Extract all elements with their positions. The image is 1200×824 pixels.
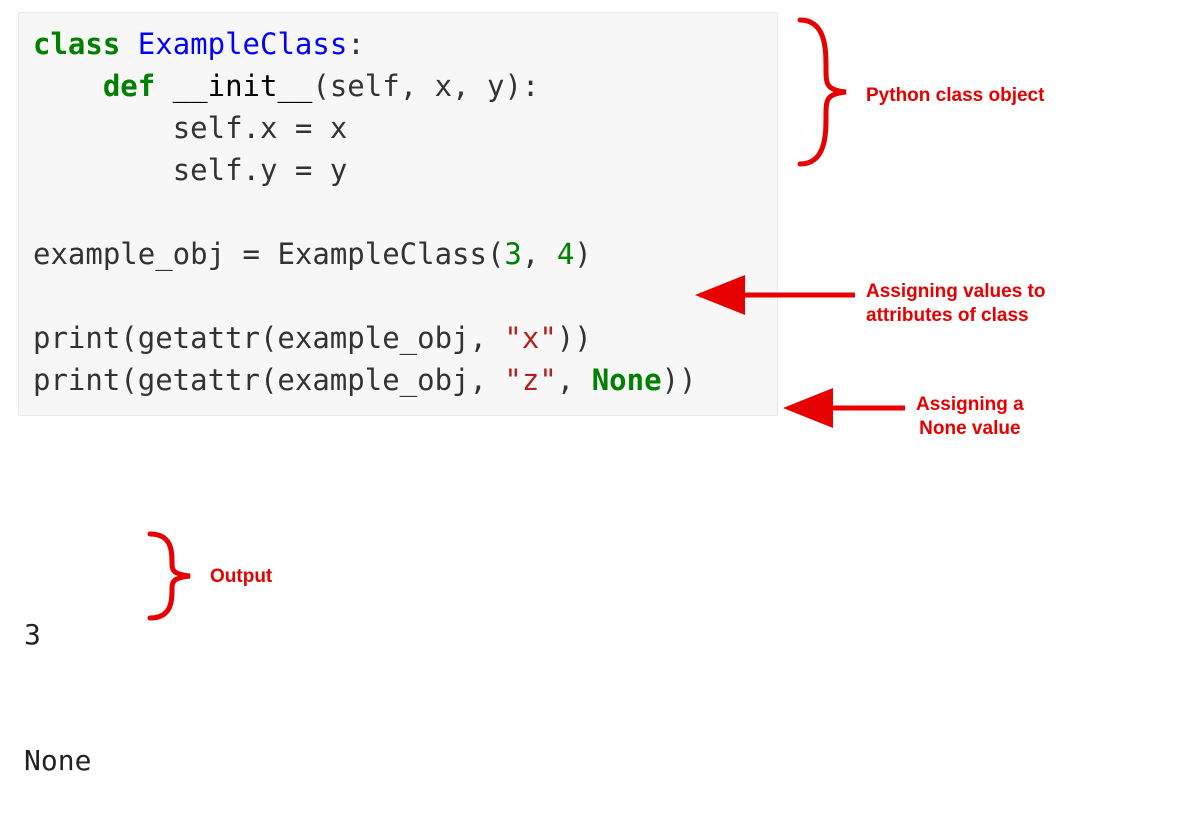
annotation-assign-none: Assigning a None value: [916, 393, 1024, 441]
print-call-2c: )): [662, 363, 697, 397]
assign-y: self.y = y: [173, 153, 348, 187]
annotation-assign-none-l1: Assigning a: [916, 393, 1024, 417]
keyword-class: class: [33, 27, 120, 61]
str-x: "x": [504, 321, 556, 355]
code-line-4: self.y = y: [33, 149, 763, 191]
class-name: ExampleClass: [138, 27, 348, 61]
output-line-2: None: [24, 740, 91, 782]
annotation-class-object: Python class object: [866, 84, 1044, 108]
keyword-def: def: [103, 69, 155, 103]
obj-assign: example_obj =: [33, 237, 277, 271]
annotation-assign-none-l2: None value: [916, 417, 1024, 441]
code-blank-2: [33, 275, 763, 317]
annotation-assign-attrs: Assigning values to attributes of class: [866, 280, 1045, 328]
annotation-assign-attrs-l1: Assigning values to: [866, 280, 1045, 304]
code-line-3: self.x = x: [33, 107, 763, 149]
code-line-6: print(getattr(example_obj, "x")): [33, 317, 763, 359]
annotation-output: Output: [210, 565, 272, 589]
str-z: "z": [504, 363, 556, 397]
annotation-assign-attrs-l2: attributes of class: [866, 304, 1045, 328]
code-line-7: print(getattr(example_obj, "z", None)): [33, 359, 763, 401]
print-call-1a: print(getattr(example_obj,: [33, 321, 504, 355]
code-block: class ExampleClass: def __init__(self, x…: [18, 12, 778, 416]
output-block: 3 None: [24, 530, 91, 824]
none-literal: None: [592, 363, 662, 397]
init-sig: (self, x, y):: [312, 69, 539, 103]
close-paren: ): [574, 237, 591, 271]
dunder-init: __init__: [173, 69, 313, 103]
arg-3: 3: [504, 237, 521, 271]
brace-class-icon: [800, 20, 846, 164]
code-line-1: class ExampleClass:: [33, 23, 763, 65]
code-blank-1: [33, 191, 763, 233]
assign-x: self.x = x: [173, 111, 348, 145]
code-line-5: example_obj = ExampleClass(3, 4): [33, 233, 763, 275]
print-call-2a: print(getattr(example_obj,: [33, 363, 504, 397]
print-call-2b: ,: [557, 363, 592, 397]
arg-4: 4: [557, 237, 574, 271]
code-line-2: def __init__(self, x, y):: [33, 65, 763, 107]
comma: ,: [522, 237, 557, 271]
brace-output-icon: [150, 534, 190, 618]
colon: :: [347, 27, 364, 61]
open-paren: (: [487, 237, 504, 271]
output-line-1: 3: [24, 614, 91, 656]
class-call: ExampleClass: [277, 237, 487, 271]
print-call-1b: )): [557, 321, 592, 355]
